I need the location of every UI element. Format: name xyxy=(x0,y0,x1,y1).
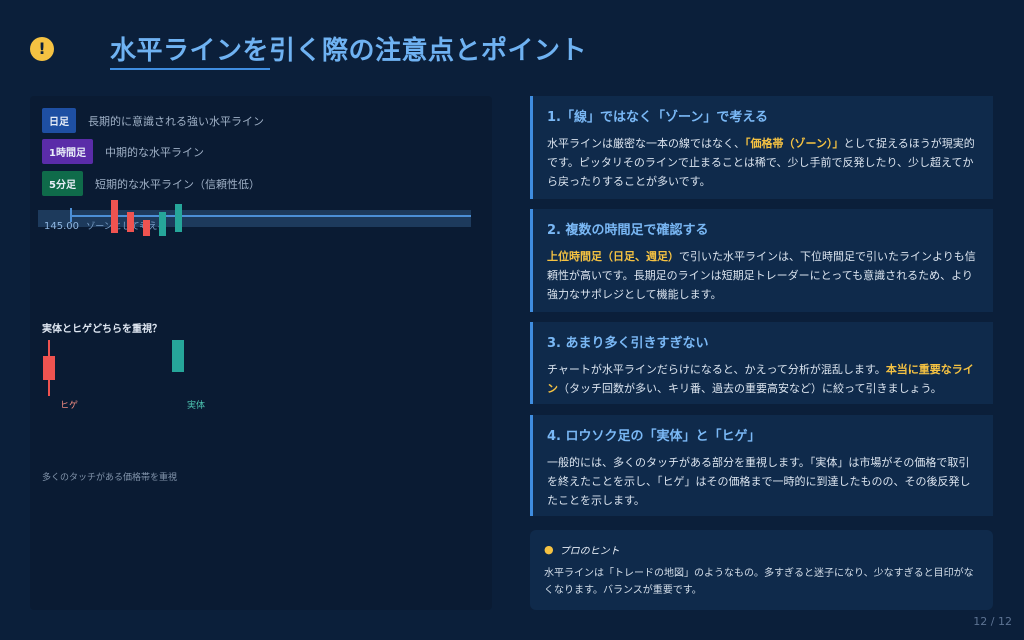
legend-badge: 1時間足 xyxy=(42,139,93,164)
page-title: 水平ラインを引く際の注意点とポイント xyxy=(110,36,588,66)
card-text: 水平ラインは厳密な一本の線ではなく、 xyxy=(547,137,745,150)
page-indicator: 12 / 12 xyxy=(973,615,1012,628)
card-body: チャートが水平ラインだらけになると、かえって分析が混乱します。本当に重要なライン… xyxy=(547,360,979,398)
bottom-note: 多くのタッチがある価格帯を重視 xyxy=(42,473,178,483)
candle-bearish xyxy=(127,212,134,232)
candle-bullish xyxy=(159,212,166,236)
candle-with-wick xyxy=(43,356,55,380)
body-caption: 実体 xyxy=(187,401,206,411)
illustration-panel: 日足 長期的に意識される強い水平ライン 1時間足 中期的な水平ライン 5分足 短… xyxy=(30,96,492,610)
card-title: 1.「線」ではなく「ゾーン」で考える xyxy=(547,110,768,125)
pro-tip-box: ● プロのヒント 水平ラインは「トレードの地図」のようなもの。多すぎると迷子にな… xyxy=(530,530,993,610)
point-card-1: 1.「線」ではなく「ゾーン」で考える 水平ラインは厳密な一本の線ではなく、「価格… xyxy=(530,96,993,199)
legend-text: 短期的な水平ライン（信頼性低） xyxy=(94,177,260,191)
card-highlight: 「価格帯（ゾーン）」 xyxy=(745,137,844,150)
tip-header: ● プロのヒント xyxy=(544,542,979,557)
point-card-3: 3. あまり多く引きすぎない チャートが水平ラインだらけになると、かえって分析が… xyxy=(530,322,993,404)
point-card-2: 2. 複数の時間足で確認する 上位時間足（日足、週足）で引いた水平ラインは、下位… xyxy=(530,209,993,312)
card-body: 一般的には、多くのタッチがある部分を重視します。「実体」は市場がその価格で取引を… xyxy=(547,456,971,507)
tip-heading: プロのヒント xyxy=(559,546,620,557)
card-body: 水平ラインは厳密な一本の線ではなく、「価格帯（ゾーン）」として捉えるほうが現実的… xyxy=(547,134,979,191)
title-underline xyxy=(110,68,270,70)
card-title: 3. あまり多く引きすぎない xyxy=(547,336,709,351)
point-card-4: 4. ロウソク足の「実体」と「ヒゲ」 一般的には、多くのタッチがある部分を重視し… xyxy=(530,415,993,516)
candle-bearish xyxy=(111,200,118,233)
wick-caption: ヒゲ xyxy=(60,401,79,411)
legend-item-5min: 5分足 短期的な水平ライン（信頼性低） xyxy=(42,171,260,196)
exclamation-icon: ! xyxy=(30,37,54,61)
tip-body: 水平ラインは「トレードの地図」のようなもの。多すぎると迷子になり、少なすぎると目… xyxy=(544,568,974,596)
card-highlight: 上位時間足（日足、週足） xyxy=(547,250,679,263)
legend-text: 長期的に意識される強い水平ライン xyxy=(88,114,264,128)
card-title: 4. ロウソク足の「実体」と「ヒゲ」 xyxy=(547,429,761,444)
card-text: （タッチ回数が多い、キリ番、過去の重要高安など）に絞って引きましょう。 xyxy=(558,382,942,395)
legend-item-daily: 日足 長期的に意識される強い水平ライン xyxy=(42,108,264,133)
candle-bearish xyxy=(143,220,150,236)
legend-item-hourly: 1時間足 中期的な水平ライン xyxy=(42,139,204,164)
card-title: 2. 複数の時間足で確認する xyxy=(547,223,709,238)
legend-text: 中期的な水平ライン xyxy=(104,145,204,159)
candle-body xyxy=(172,340,184,372)
card-text: チャートが水平ラインだらけになると、かえって分析が混乱します。 xyxy=(547,363,886,376)
candle-bullish xyxy=(175,204,182,232)
legend-badge: 5分足 xyxy=(42,171,83,196)
card-body: 上位時間足（日足、週足）で引いた水平ラインは、下位時間足で引いたラインよりも信頼… xyxy=(547,247,979,304)
zone-price: 145.00 xyxy=(44,221,79,232)
body-vs-wick-heading: 実体とヒゲどちらを重視？ xyxy=(42,324,162,335)
legend-badge: 日足 xyxy=(42,108,76,133)
lightbulb-icon: ● xyxy=(544,543,554,556)
